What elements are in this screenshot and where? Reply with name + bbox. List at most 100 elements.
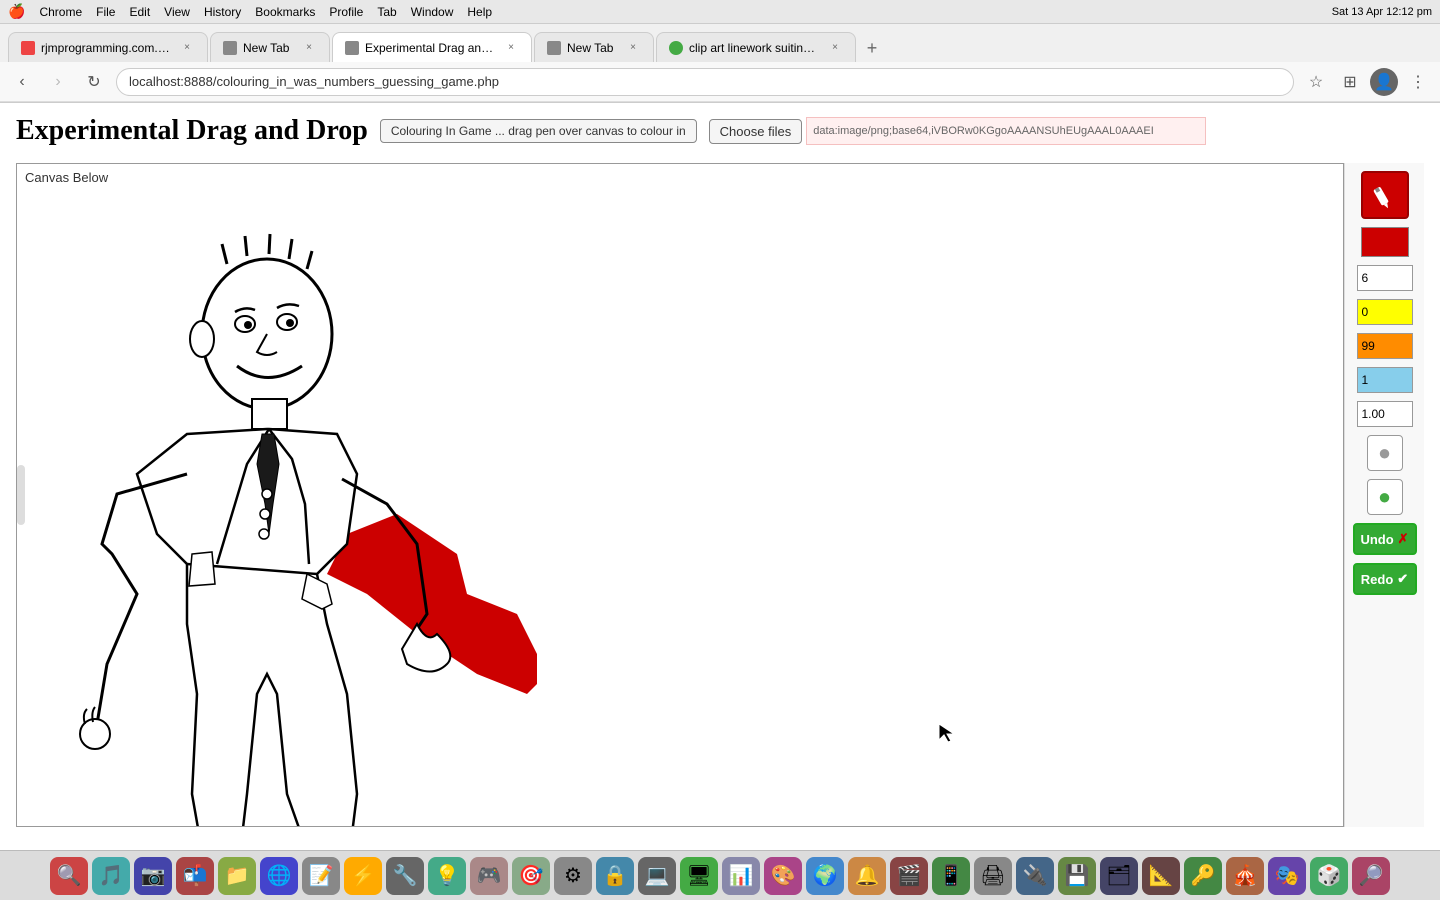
tab-clipart[interactable]: clip art linework suiting colo... × [656, 32, 856, 62]
color-panel: ● ● Undo ✗ Redo ✔ [1344, 163, 1424, 827]
apple-menu[interactable]: 🍎 [8, 3, 25, 20]
redo-button[interactable]: Redo ✔ [1353, 563, 1417, 595]
menu-button[interactable]: ⋮ [1404, 68, 1432, 96]
menu-file[interactable]: File [96, 5, 115, 19]
file-path-display: data:image/png;base64,iVBORw0KGgoAAAANSU… [806, 117, 1206, 145]
tab-close-1[interactable]: × [179, 40, 195, 56]
tab-label-5: clip art linework suiting colo... [689, 41, 821, 55]
undo-label: Undo [1360, 532, 1393, 547]
dock-item[interactable]: 🌍 [806, 857, 844, 895]
address-bar[interactable]: localhost:8888/colouring_in_was_numbers_… [116, 68, 1294, 96]
page-title: Experimental Drag and Drop [16, 115, 368, 147]
tab-label-4: New Tab [567, 41, 619, 55]
bookmark-button[interactable]: ☆ [1302, 68, 1330, 96]
dock-item[interactable]: 🌐 [260, 857, 298, 895]
dock: 🔍 🎵 📷 📬 📁 🌐 📝 ⚡ 🔧 💡 🎮 🎯 ⚙ 🔒 💻 🖥 📊 🎨 🌍 🔔 … [0, 850, 1440, 900]
menu-help[interactable]: Help [467, 5, 492, 19]
dock-item[interactable]: 🔑 [1184, 857, 1222, 895]
dock-item[interactable]: ⚙ [554, 857, 592, 895]
back-button[interactable]: ‹ [8, 68, 36, 96]
brush-size-input[interactable] [1357, 265, 1413, 291]
pen-icon-button[interactable] [1361, 171, 1409, 219]
tab-favicon-1 [21, 41, 35, 55]
cartoon-figure [37, 194, 537, 827]
tab-close-5[interactable]: × [827, 40, 843, 56]
page-header: Experimental Drag and Drop Colouring In … [16, 115, 1424, 147]
dock-item[interactable]: 🗂 [1100, 857, 1138, 895]
input-yellow[interactable] [1357, 299, 1413, 325]
tab-newtab1[interactable]: New Tab × [210, 32, 330, 62]
reload-button[interactable]: ↻ [80, 68, 108, 96]
input-cyan[interactable] [1357, 367, 1413, 393]
settings-small-button[interactable]: ● [1367, 435, 1403, 471]
canvas-label: Canvas Below [25, 170, 108, 185]
game-button[interactable]: Colouring In Game ... drag pen over canv… [380, 119, 697, 143]
menubar-right: Sat 13 Apr 12:12 pm [1332, 6, 1432, 18]
dock-item[interactable]: 💡 [428, 857, 466, 895]
tab-close-2[interactable]: × [301, 40, 317, 56]
undo-icon: ✗ [1398, 531, 1409, 547]
dock-item[interactable]: 🎬 [890, 857, 928, 895]
dock-item[interactable]: 🖨 [974, 857, 1012, 895]
menu-tab[interactable]: Tab [377, 5, 396, 19]
dock-item[interactable]: 📬 [176, 857, 214, 895]
tab-experimental[interactable]: Experimental Drag and Drop × [332, 32, 532, 62]
dock-item[interactable]: 🎮 [470, 857, 508, 895]
menu-profile[interactable]: Profile [329, 5, 363, 19]
dock-item[interactable]: 🔎 [1352, 857, 1390, 895]
dock-item[interactable]: 📷 [134, 857, 172, 895]
extensions-button[interactable]: ⊞ [1336, 68, 1364, 96]
menu-history[interactable]: History [204, 5, 241, 19]
dock-item[interactable]: 📐 [1142, 857, 1180, 895]
tab-favicon-2 [223, 41, 237, 55]
dock-item[interactable]: 🎪 [1226, 857, 1264, 895]
tab-label-3: Experimental Drag and Drop [365, 41, 497, 55]
input-orange[interactable] [1357, 333, 1413, 359]
choose-files-button[interactable]: Choose files [709, 119, 803, 144]
opacity-input[interactable] [1357, 401, 1413, 427]
undo-button[interactable]: Undo ✗ [1353, 523, 1417, 555]
tab-newtab2[interactable]: New Tab × [534, 32, 654, 62]
forward-button[interactable]: › [44, 68, 72, 96]
dock-item[interactable]: 🔍 [50, 857, 88, 895]
tab-close-4[interactable]: × [625, 40, 641, 56]
canvas-container[interactable]: Canvas Below [16, 163, 1344, 827]
dock-item[interactable]: 🖥 [680, 857, 718, 895]
browser-chrome: rjmprogramming.com.au/tod... × New Tab ×… [0, 24, 1440, 103]
dock-item[interactable]: 🎭 [1268, 857, 1306, 895]
menu-view[interactable]: View [164, 5, 190, 19]
dock-item[interactable]: 🔒 [596, 857, 634, 895]
dock-item[interactable]: 🎵 [92, 857, 130, 895]
dock-item[interactable]: 📊 [722, 857, 760, 895]
redo-label: Redo [1361, 572, 1394, 587]
tab-close-3[interactable]: × [503, 40, 519, 56]
redo-icon: ✔ [1397, 571, 1408, 587]
dock-item[interactable]: 💻 [638, 857, 676, 895]
nav-bar: ‹ › ↻ localhost:8888/colouring_in_was_nu… [0, 62, 1440, 102]
dock-item[interactable]: 💾 [1058, 857, 1096, 895]
dock-item[interactable]: 🎯 [512, 857, 550, 895]
menu-window[interactable]: Window [411, 5, 454, 19]
menu-chrome[interactable]: Chrome [39, 5, 82, 19]
tab-favicon-3 [345, 41, 359, 55]
dock-item[interactable]: ⚡ [344, 857, 382, 895]
file-input-wrapper: Choose files data:image/png;base64,iVBOR… [709, 117, 1207, 145]
new-tab-button[interactable]: + [858, 34, 886, 62]
profile-button[interactable]: 👤 [1370, 68, 1398, 96]
scroll-indicator [17, 465, 25, 525]
dock-item[interactable]: 🎲 [1310, 857, 1348, 895]
dock-item[interactable]: 🔧 [386, 857, 424, 895]
menu-bookmarks[interactable]: Bookmarks [255, 5, 315, 19]
tab-favicon-4 [547, 41, 561, 55]
dock-item[interactable]: 📝 [302, 857, 340, 895]
dock-item[interactable]: 📱 [932, 857, 970, 895]
menubar: 🍎 Chrome File Edit View History Bookmark… [0, 0, 1440, 24]
green-small-button[interactable]: ● [1367, 479, 1403, 515]
red-color-swatch[interactable] [1361, 227, 1409, 257]
menu-edit[interactable]: Edit [129, 5, 150, 19]
dock-item[interactable]: 🔔 [848, 857, 886, 895]
dock-item[interactable]: 📁 [218, 857, 256, 895]
tab-rjm[interactable]: rjmprogramming.com.au/tod... × [8, 32, 208, 62]
dock-item[interactable]: 🔌 [1016, 857, 1054, 895]
dock-item[interactable]: 🎨 [764, 857, 802, 895]
